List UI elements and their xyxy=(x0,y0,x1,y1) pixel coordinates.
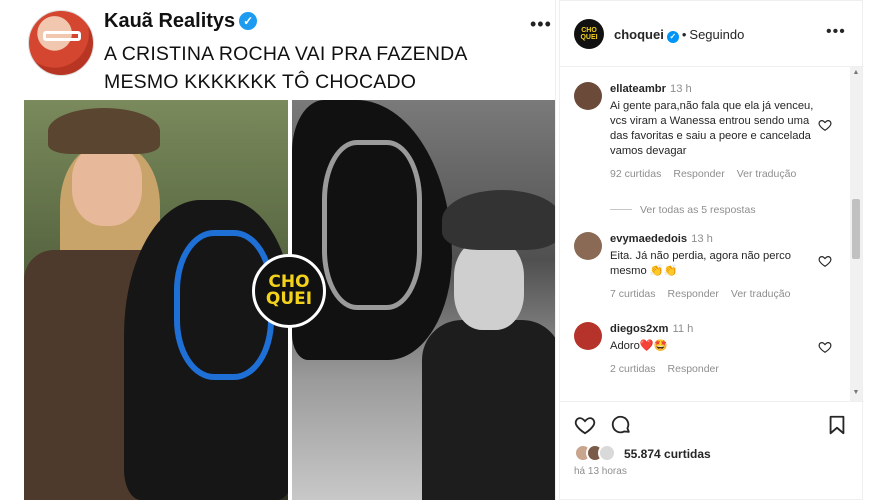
separator-dot: • xyxy=(681,27,687,42)
like-heart-icon[interactable] xyxy=(818,254,832,268)
comment-meta: 92 curtidas Responder Ver tradução xyxy=(610,167,820,182)
more-options-icon[interactable]: ••• xyxy=(826,23,846,41)
tweet-text: A CRISTINA ROCHA VAI PRA FAZENDA MESMO K… xyxy=(104,40,524,96)
like-heart-icon[interactable] xyxy=(818,118,832,132)
photo-left-horse-woman xyxy=(24,100,288,500)
comment-time: 13 h xyxy=(691,233,713,245)
scrollbar-thumb[interactable] xyxy=(852,199,860,259)
account-username[interactable]: choquei xyxy=(614,27,664,42)
post-media: Kauã Realitys ✓ A CRISTINA ROCHA VAI PRA … xyxy=(22,0,556,500)
instagram-post-modal: Kauã Realitys ✓ A CRISTINA ROCHA VAI PRA … xyxy=(0,0,888,500)
like-heart-icon[interactable] xyxy=(818,340,832,354)
tweet-text-line1: A CRISTINA ROCHA VAI PRA FAZENDA xyxy=(104,43,468,65)
comment-time: 13 h xyxy=(669,83,692,95)
view-replies-button[interactable]: Ver todas as 5 respostas xyxy=(610,204,756,216)
comment-meta: 7 curtidas Responder Ver tradução xyxy=(610,287,820,302)
post-header: CHO QUEI choquei ✓ • Seguindo ••• xyxy=(560,1,864,67)
likes-count[interactable]: 55.874 curtidas xyxy=(624,447,711,461)
verified-icon: ✓ xyxy=(239,12,258,30)
comment-avatar[interactable] xyxy=(574,232,602,260)
translate-button[interactable]: Ver tradução xyxy=(737,168,797,180)
comment-time: 11 h xyxy=(672,323,694,335)
comment-text: Adoro❤️🤩 xyxy=(610,340,668,352)
follow-status-button[interactable]: Seguindo xyxy=(689,27,744,42)
tweet-author: Kauã Realitys ✓ xyxy=(104,10,258,33)
comment-avatar[interactable] xyxy=(574,322,602,350)
comment-avatar[interactable] xyxy=(574,82,602,110)
verified-icon: ✓ xyxy=(666,31,679,43)
tweet-avatar xyxy=(28,10,94,76)
replies-divider xyxy=(610,209,632,210)
like-heart-icon[interactable] xyxy=(574,414,596,436)
comment-bubble-icon[interactable] xyxy=(610,414,632,436)
choquei-logo-badge: CHO QUEI xyxy=(252,254,326,328)
scroll-up-arrow-icon[interactable]: ▲ xyxy=(852,69,860,76)
badge-line2: QUEI xyxy=(265,289,313,309)
comment-text: Eita. Já não perdia, agora não perco mes… xyxy=(610,250,791,277)
comments-scrollbar[interactable]: ▲ ▼ xyxy=(850,67,862,401)
liker-avatar xyxy=(598,444,616,462)
photo-right-bw-horse-woman xyxy=(292,100,555,500)
comments-list: ellateambr 13 h Ai gente para,não fala qu… xyxy=(560,68,850,398)
reply-button[interactable]: Responder xyxy=(673,168,724,180)
account-info: choquei ✓ • Seguindo xyxy=(614,27,744,43)
tweet-text-line2: MESMO KKKKKKK TÔ CHOCADO xyxy=(104,71,417,93)
translate-button[interactable]: Ver tradução xyxy=(731,288,791,300)
reply-button[interactable]: Responder xyxy=(668,288,719,300)
post-actions: 55.874 curtidas há 13 horas xyxy=(560,401,864,501)
bookmark-icon[interactable] xyxy=(826,414,848,436)
comment-likes[interactable]: 7 curtidas xyxy=(610,288,656,300)
comment-username[interactable]: ellateambr xyxy=(610,83,666,95)
comment-username[interactable]: evymaededois xyxy=(610,233,687,245)
account-avatar[interactable]: CHO QUEI xyxy=(574,19,604,49)
post-timestamp: há 13 horas xyxy=(574,466,627,477)
comment-likes[interactable]: 92 curtidas xyxy=(610,168,661,180)
comment-text: Ai gente para,não fala que ela já venceu… xyxy=(610,100,814,157)
comment-likes[interactable]: 2 curtidas xyxy=(610,363,656,375)
tweet-screenshot-header: Kauã Realitys ✓ A CRISTINA ROCHA VAI PRA … xyxy=(22,0,555,100)
view-replies-label: Ver todas as 5 respostas xyxy=(640,204,756,216)
tweet-author-name: Kauã Realitys xyxy=(104,10,236,32)
comment-meta: 2 curtidas Responder xyxy=(610,362,820,377)
reply-button[interactable]: Responder xyxy=(668,363,719,375)
scroll-down-arrow-icon[interactable]: ▼ xyxy=(852,389,860,396)
post-sidebar: CHO QUEI choquei ✓ • Seguindo ••• ellateambr… xyxy=(559,0,864,501)
comment-username[interactable]: diegos2xm xyxy=(610,323,668,335)
tweet-more-icon: ••• xyxy=(530,14,552,34)
